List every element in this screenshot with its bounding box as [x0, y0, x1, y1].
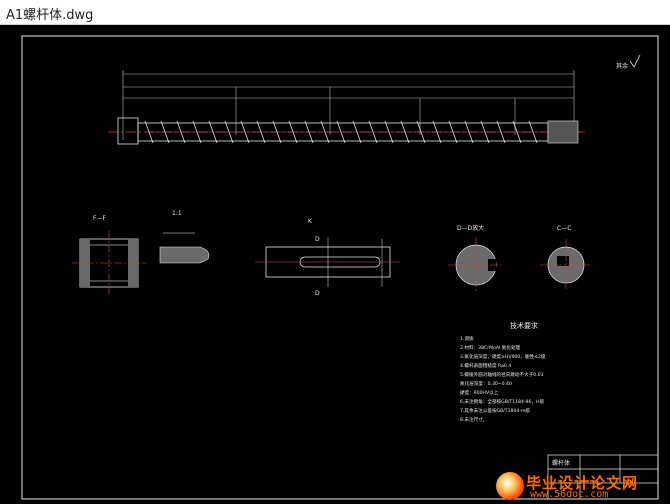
watermark-logo-icon [496, 472, 524, 500]
svg-text:4.螺杆表面粗糙度 Ra0.4: 4.螺杆表面粗糙度 Ra0.4 [460, 362, 511, 369]
svg-text:硬度：900HV以上: 硬度：900HV以上 [460, 389, 499, 396]
cad-drawing-canvas[interactable]: 其余 F—F 1:1 K D D D—D放大 C—C 技术要求 1.调质 2.材… [0, 25, 670, 504]
drawing-svg: 其余 F—F 1:1 K D D D—D放大 C—C 技术要求 1.调质 2.材… [21, 35, 659, 500]
roughness-symbol: 其余 [616, 54, 641, 70]
dimension-lines [122, 70, 575, 140]
screw-shaft [108, 117, 585, 145]
detail-view: 1:1 [159, 210, 210, 264]
svg-text:C—C: C—C [557, 225, 571, 232]
svg-text:7.其余未注公差按GB/T1804-m级: 7.其余未注公差按GB/T1804-m级 [460, 407, 530, 414]
watermark: 毕业设计论文网 www.56doc.com [490, 470, 670, 504]
tech-requirements: 技术要求 1.调质 2.材料：38CrMoAl 氮化处理 3.氮化层深度，硬度≥… [460, 321, 546, 423]
section-ff: F—F [72, 215, 146, 295]
svg-text:1:1: 1:1 [172, 210, 182, 217]
svg-text:氮化层深度：0.30~0.40: 氮化层深度：0.30~0.40 [460, 380, 512, 387]
svg-text:8.未注尺寸。: 8.未注尺寸。 [460, 416, 487, 423]
roughness-label: 其余 [616, 62, 628, 70]
svg-text:F—F: F—F [93, 215, 106, 222]
section-dd: D—D放大 [448, 224, 504, 293]
watermark-url: www.56doc.com [530, 489, 609, 500]
svg-text:5.螺棱外圆对轴线的径向跳动不大于0.03: 5.螺棱外圆对轴线的径向跳动不大于0.03 [460, 371, 544, 378]
tech-title: 技术要求 [510, 321, 538, 330]
svg-text:1.调质: 1.调质 [460, 335, 474, 342]
svg-text:K: K [308, 218, 313, 225]
window-titlebar: A1螺杆体.dwg [0, 0, 670, 25]
svg-text:D: D [315, 236, 320, 243]
window-title: A1螺杆体.dwg [6, 8, 94, 23]
title-block-name: 螺杆体 [552, 459, 570, 467]
k-view: K D D [255, 218, 400, 297]
svg-text:2.材料：38CrMoAl 氮化处理: 2.材料：38CrMoAl 氮化处理 [460, 344, 521, 351]
section-cc: C—C [540, 225, 592, 291]
svg-text:D: D [315, 290, 320, 297]
svg-text:6.未注倒角：全部按GB/T1184-96，H级: 6.未注倒角：全部按GB/T1184-96，H级 [460, 398, 544, 405]
svg-text:3.氮化层深度，硬度≥HV900，脆性≤2级: 3.氮化层深度，硬度≥HV900，脆性≤2级 [460, 353, 546, 360]
svg-text:D—D放大: D—D放大 [457, 224, 484, 232]
